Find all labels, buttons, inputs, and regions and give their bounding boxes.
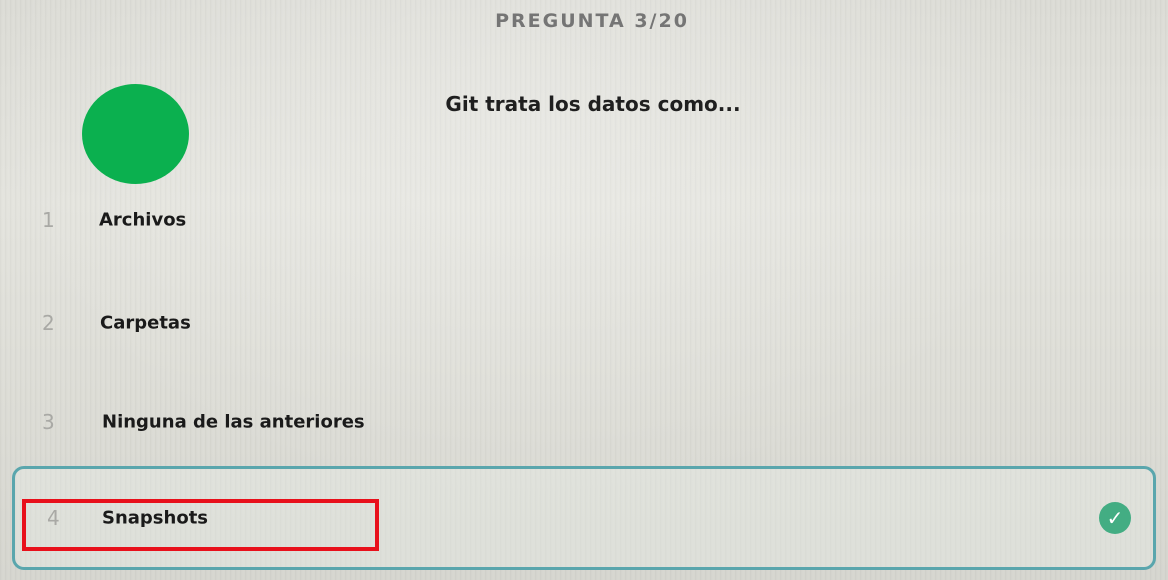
option-number: 1 xyxy=(42,208,55,232)
question-text: Git trata los datos como... xyxy=(445,92,741,116)
option-label: Archivos xyxy=(99,209,187,231)
answer-option-2[interactable]: 2 Carpetas xyxy=(12,273,1156,373)
option-number: 3 xyxy=(42,410,55,434)
answer-option-3[interactable]: 3 Ninguna de las anteriores xyxy=(12,372,1156,472)
option-label: Carpetas xyxy=(100,312,191,334)
option-label: Ninguna de las anteriores xyxy=(102,411,365,433)
answer-option-1[interactable]: 1 Archivos xyxy=(12,170,1156,270)
check-circle-icon: ✓ xyxy=(1099,502,1131,534)
highlight-box xyxy=(22,499,379,551)
question-counter: PREGUNTA 3/20 xyxy=(495,10,689,32)
option-number: 2 xyxy=(42,311,55,335)
